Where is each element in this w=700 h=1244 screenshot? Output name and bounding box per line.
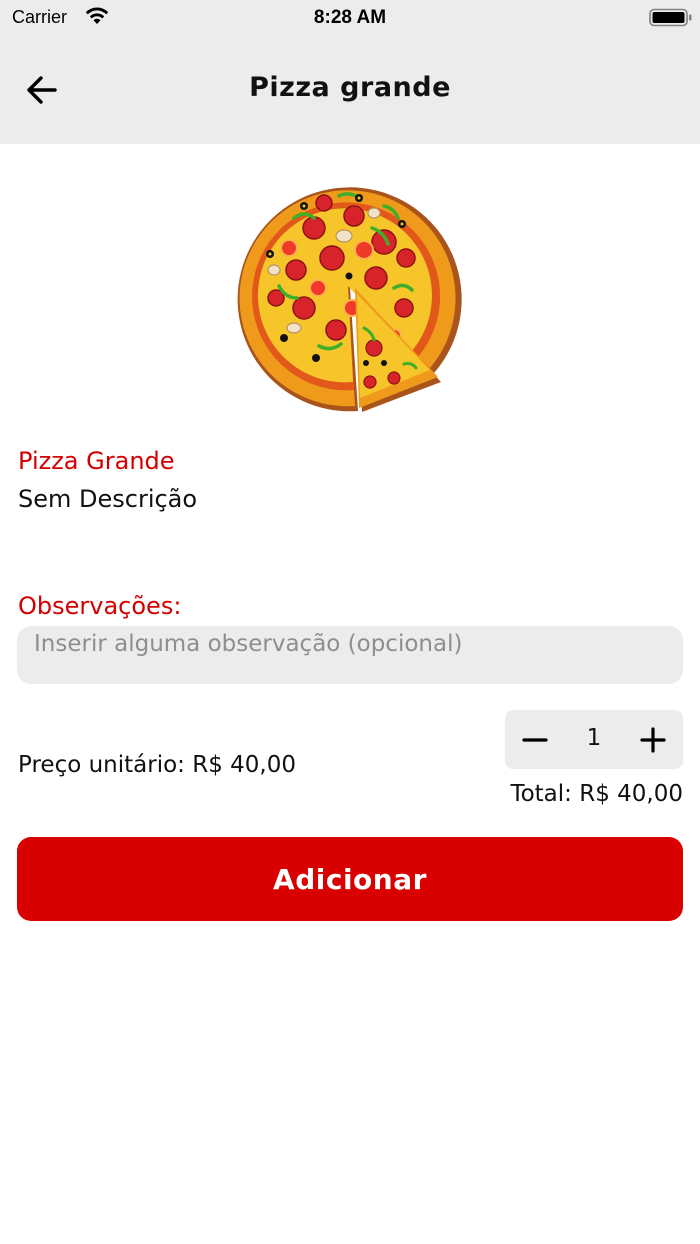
header-bar: Pizza grande — [0, 34, 700, 144]
clock-time: 8:28 AM — [313, 7, 387, 28]
observations-input[interactable] — [17, 626, 683, 684]
quantity-stepper: 1 — [505, 710, 683, 769]
battery-full-icon — [649, 8, 692, 27]
total-price: Total: R$ 40,00 — [510, 781, 683, 807]
increase-quantity-button[interactable] — [633, 718, 673, 762]
unit-price: Preço unitário: R$ 40,00 — [18, 752, 296, 778]
plus-icon — [640, 727, 666, 753]
product-name: Pizza Grande — [18, 447, 175, 475]
pizza-image — [237, 187, 462, 412]
page-title: Pizza grande — [249, 72, 451, 103]
observations-label: Observações: — [18, 592, 182, 620]
product-description: Sem Descrição — [18, 485, 198, 513]
add-button[interactable]: Adicionar — [17, 837, 683, 921]
status-bar: Carrier 8:28 AM — [0, 0, 700, 34]
